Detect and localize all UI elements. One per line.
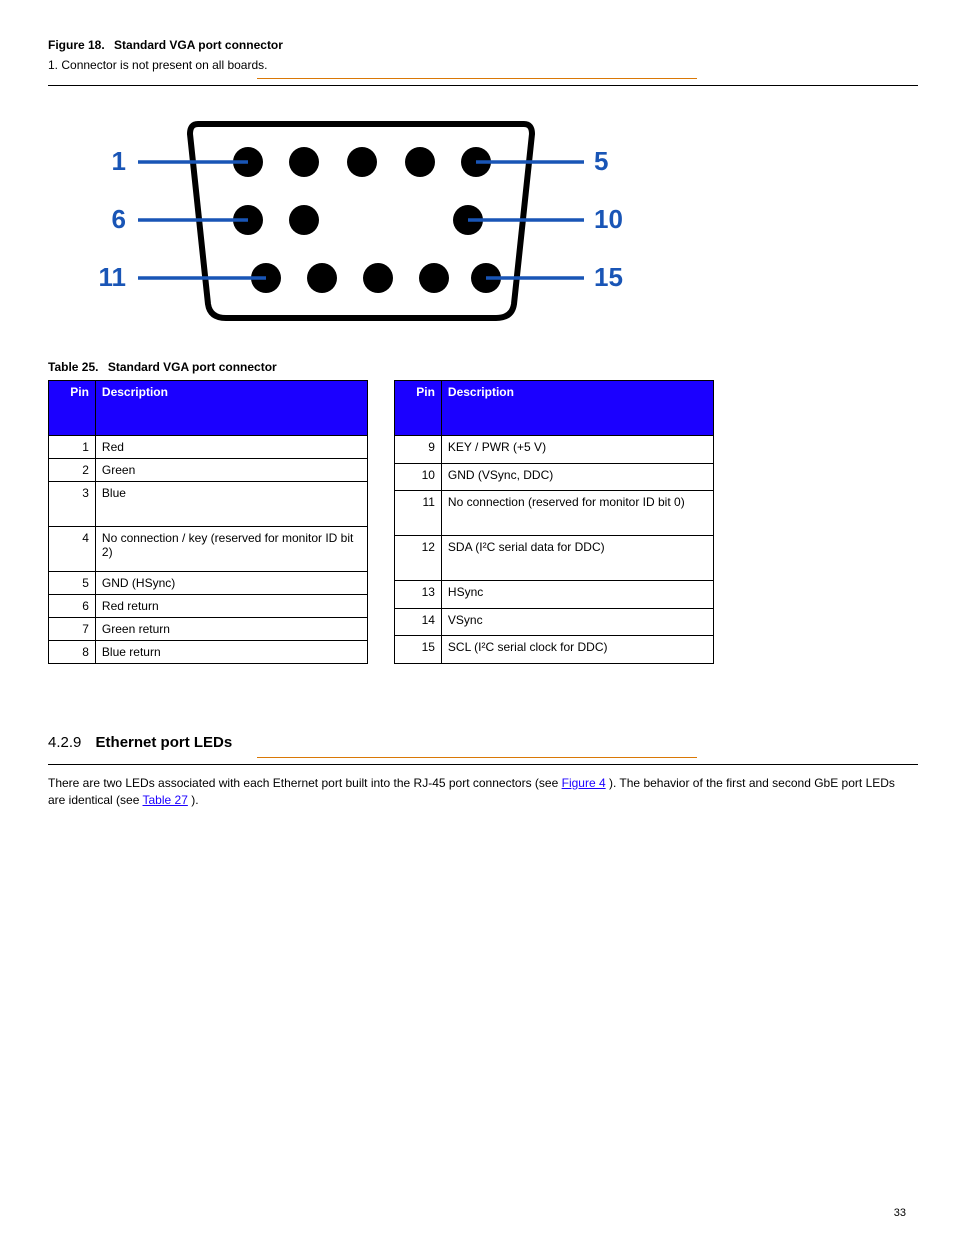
body-a: There are two LEDs associated with each … xyxy=(48,776,562,790)
cell-pin: 8 xyxy=(49,641,96,664)
cell-pin: 14 xyxy=(395,608,442,636)
figure18-meta: Figure 18. Standard VGA port connector xyxy=(48,38,906,52)
cell-pin: 1 xyxy=(49,436,96,459)
table25-number: Table 25. xyxy=(48,360,98,374)
cell-desc: SCL (I²C serial clock for DDC) xyxy=(441,636,713,664)
section-number: 4.2.9 xyxy=(48,734,81,751)
black-rule-1 xyxy=(48,85,918,86)
cell-pin: 10 xyxy=(395,463,442,491)
cell-desc: No connection / key (reserved for monito… xyxy=(95,527,367,572)
table-row: 11No connection (reserved for monitor ID… xyxy=(395,491,714,536)
th-desc-left: Description xyxy=(95,381,367,436)
cell-desc: KEY / PWR (+5 V) xyxy=(441,436,713,464)
black-rule-2 xyxy=(48,764,918,765)
figure18-note-marker: 1. xyxy=(48,58,58,72)
cell-desc: VSync xyxy=(441,608,713,636)
cell-pin: 12 xyxy=(395,536,442,581)
th-pin-left: Pin xyxy=(49,381,96,436)
cell-desc: Blue return xyxy=(95,641,367,664)
cell-desc: Green return xyxy=(95,618,367,641)
cell-desc: SDA (I²C serial data for DDC) xyxy=(441,536,713,581)
table-row: 5GND (HSync) xyxy=(49,572,368,595)
table-row: 9KEY / PWR (+5 V) xyxy=(395,436,714,464)
table-row: 14VSync xyxy=(395,608,714,636)
table-row: 1Red xyxy=(49,436,368,459)
section-body: There are two LEDs associated with each … xyxy=(48,775,906,810)
cell-pin: 7 xyxy=(49,618,96,641)
vga-connector-diagram: 1 6 11 5 10 15 xyxy=(78,104,678,334)
table-row: 3Blue xyxy=(49,482,368,527)
pin-label-6: 6 xyxy=(112,204,126,234)
figure18-footnote: 1. Connector is not present on all board… xyxy=(48,58,906,72)
cell-pin: 5 xyxy=(49,572,96,595)
th-pin-right: Pin xyxy=(395,381,442,436)
link-figure4[interactable]: Figure 4 xyxy=(562,776,606,790)
cell-desc: GND (HSync) xyxy=(95,572,367,595)
table-row: 6Red return xyxy=(49,595,368,618)
pin-label-15: 15 xyxy=(594,262,623,292)
figure18-label: Standard VGA port connector xyxy=(114,38,283,52)
pin-tables: Pin Description 1Red2Green3Blue4No conne… xyxy=(48,380,906,664)
pin-table-right: Pin Description 9KEY / PWR (+5 V)10GND (… xyxy=(394,380,714,664)
cell-desc: Red xyxy=(95,436,367,459)
table-row: 12SDA (I²C serial data for DDC) xyxy=(395,536,714,581)
table-row: 7Green return xyxy=(49,618,368,641)
cell-pin: 6 xyxy=(49,595,96,618)
orange-rule-2 xyxy=(257,757,697,758)
pin-label-5: 5 xyxy=(594,146,608,176)
table-row: 15SCL (I²C serial clock for DDC) xyxy=(395,636,714,664)
cell-pin: 13 xyxy=(395,581,442,609)
cell-pin: 15 xyxy=(395,636,442,664)
cell-pin: 2 xyxy=(49,459,96,482)
table-row: 10GND (VSync, DDC) xyxy=(395,463,714,491)
body-c: ). xyxy=(191,793,198,807)
cell-desc: Blue xyxy=(95,482,367,527)
section-title: Ethernet port LEDs xyxy=(96,734,233,751)
table-row: 8Blue return xyxy=(49,641,368,664)
pin-label-1: 1 xyxy=(112,146,126,176)
figure18-note-text: Connector is not present on all boards. xyxy=(61,58,267,72)
pin-table-left: Pin Description 1Red2Green3Blue4No conne… xyxy=(48,380,368,664)
cell-pin: 4 xyxy=(49,527,96,572)
cell-desc: No connection (reserved for monitor ID b… xyxy=(441,491,713,536)
cell-pin: 3 xyxy=(49,482,96,527)
cell-pin: 9 xyxy=(395,436,442,464)
table25-label: Standard VGA port connector xyxy=(108,360,277,374)
orange-rule-top xyxy=(257,78,697,79)
table-row: 13HSync xyxy=(395,581,714,609)
table-row: 4No connection / key (reserved for monit… xyxy=(49,527,368,572)
cell-pin: 11 xyxy=(395,491,442,536)
link-table27[interactable]: Table 27 xyxy=(143,793,188,807)
cell-desc: Red return xyxy=(95,595,367,618)
cell-desc: HSync xyxy=(441,581,713,609)
page-number: 33 xyxy=(894,1207,906,1219)
cell-desc: Green xyxy=(95,459,367,482)
th-desc-right: Description xyxy=(441,381,713,436)
figure18-number: Figure 18. xyxy=(48,38,105,52)
pin-label-11: 11 xyxy=(99,262,127,292)
cell-desc: GND (VSync, DDC) xyxy=(441,463,713,491)
table-row: 2Green xyxy=(49,459,368,482)
table25-meta: Table 25. Standard VGA port connector xyxy=(48,360,906,374)
pin-label-10: 10 xyxy=(594,204,623,234)
section-heading: 4.2.9 Ethernet port LEDs xyxy=(48,734,906,751)
